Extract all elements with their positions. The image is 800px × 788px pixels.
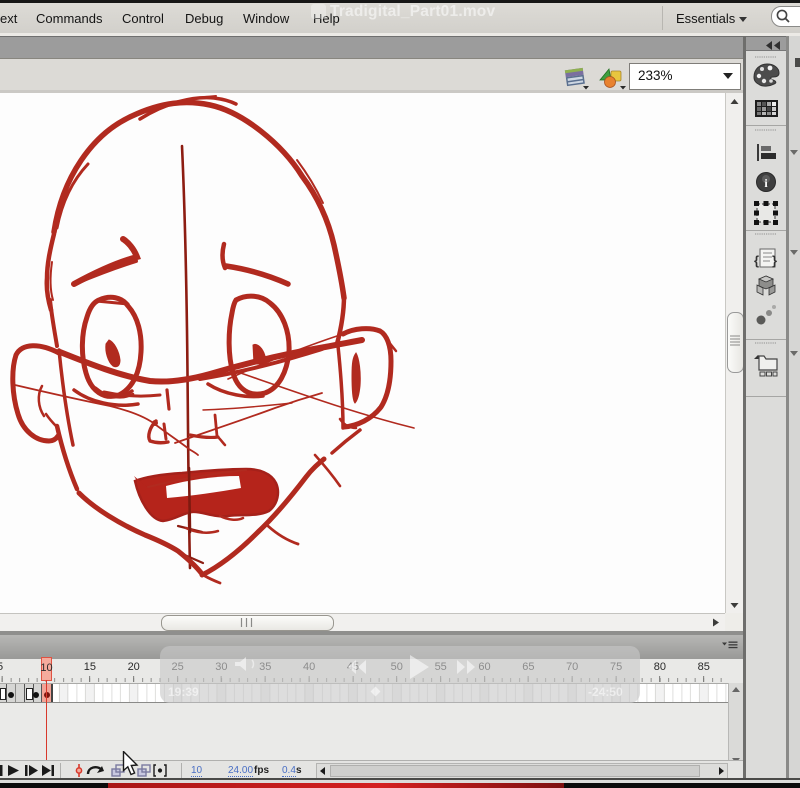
svg-text:}: } — [772, 253, 777, 268]
svg-text:-24:50: -24:50 — [588, 685, 623, 699]
svg-text:{: { — [754, 253, 759, 268]
svg-text:19:39: 19:39 — [168, 685, 199, 699]
